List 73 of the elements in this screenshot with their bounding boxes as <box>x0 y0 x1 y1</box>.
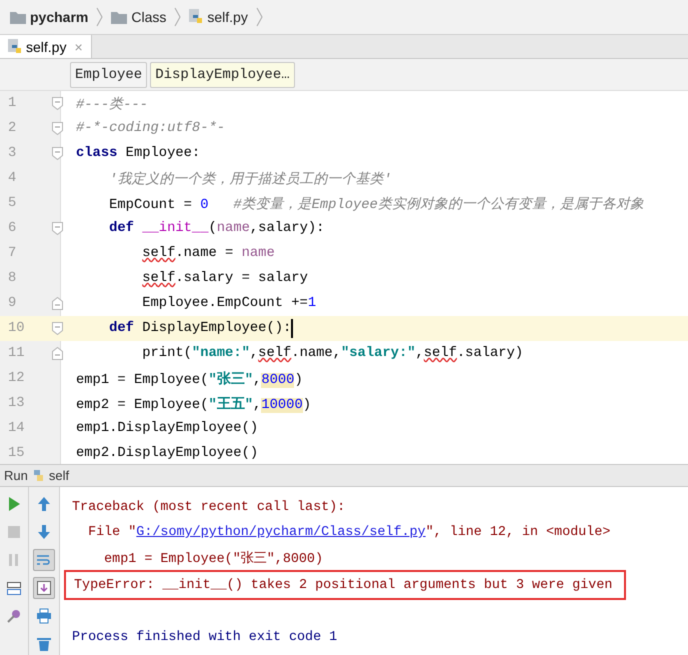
code-line: emp2.DisplayEmployee() <box>76 446 258 462</box>
breadcrumb[interactable]: pycharm <box>30 9 88 26</box>
code-line: emp2 = Employee("王五",10000) <box>76 396 312 413</box>
tab-label: self.py <box>26 38 66 54</box>
pin-icon <box>6 608 22 624</box>
python-icon <box>32 469 45 482</box>
code-line: def DisplayEmployee(): <box>108 321 292 336</box>
console-line: TypeError: __init__() takes 2 positional arguments but 3 were given <box>74 578 612 593</box>
fold-marker-icon[interactable] <box>52 222 63 236</box>
wrap-button[interactable] <box>33 549 55 572</box>
python-file-icon <box>189 9 204 26</box>
code-line: emp1 = Employee("张三",8000) <box>76 370 303 388</box>
console-line: File "G:/somy/python/pycharm/Class/self.py", line 12, in <module> <box>87 525 610 540</box>
line-number: 5 <box>7 196 18 212</box>
line-number: 6 <box>7 221 18 236</box>
console-line: emp1 = Employee("张三",8000) <box>103 550 323 567</box>
console-line: Process finished with exit code 1 <box>72 630 338 646</box>
stop-icon <box>7 525 21 540</box>
fold-marker-icon[interactable] <box>52 97 63 110</box>
breadcrumb[interactable]: self.py <box>207 9 248 26</box>
fold-end-marker-icon[interactable] <box>52 347 63 360</box>
code-line: Employee.EmpCount +=1 <box>141 296 316 312</box>
line-number: 4 <box>7 171 18 186</box>
code-line: def __init__(name,salary): <box>108 221 324 236</box>
play-icon <box>7 496 21 512</box>
line-number: 14 <box>7 421 26 436</box>
code-line: self.name = name <box>141 246 275 262</box>
chevron-icon <box>256 7 263 28</box>
code-line: #-*-coding:utf8-*- <box>76 121 226 136</box>
text-cursor <box>291 319 294 338</box>
fold-marker-icon[interactable] <box>52 147 63 160</box>
line-number: 3 <box>7 146 18 162</box>
code-line: self.salary = salary <box>141 271 308 286</box>
code-line: emp1.DisplayEmployee() <box>76 421 258 436</box>
line-number: 12 <box>7 371 26 386</box>
fold-marker-icon[interactable] <box>52 122 63 136</box>
folder-icon <box>10 10 26 24</box>
file-link[interactable]: G:/somy/python/pycharm/Class/self.py <box>136 525 426 540</box>
structure-crumb[interactable]: Employee <box>70 62 148 88</box>
scroll-to-end-icon <box>36 580 52 596</box>
folder-icon <box>111 10 128 24</box>
layout-icon <box>6 580 22 596</box>
line-number: 2 <box>7 121 18 136</box>
down-arrow-icon <box>37 524 51 540</box>
breadcrumb[interactable]: Class <box>131 9 166 26</box>
chevron-icon <box>96 7 104 28</box>
up-arrow-icon <box>37 496 51 512</box>
python-file-icon <box>8 38 22 54</box>
line-number: 11 <box>7 346 26 362</box>
line-number: 9 <box>7 296 18 312</box>
trash-icon <box>36 636 52 652</box>
code-line: print("name:",self.name,"salary:",self.salary) <box>141 346 524 362</box>
run-panel-title: Run <box>4 468 28 484</box>
line-number: 15 <box>7 446 26 462</box>
chevron-icon <box>174 7 182 28</box>
pause-icon <box>7 553 21 568</box>
fold-end-marker-icon[interactable] <box>52 297 63 310</box>
line-number: 7 <box>7 246 18 262</box>
structure-crumb[interactable]: DisplayEmployee… <box>150 62 295 88</box>
scroll-button[interactable] <box>33 577 55 600</box>
line-number: 1 <box>7 96 18 112</box>
line-number: 13 <box>7 396 26 412</box>
code-line: #---类--- <box>76 96 148 113</box>
fold-marker-icon[interactable] <box>52 322 63 336</box>
file-tab[interactable]: self.py × <box>0 35 92 58</box>
code-line: '我定义的一个类，用于描述员工的一个基类' <box>108 170 392 188</box>
code-line: class Employee: <box>76 146 200 162</box>
line-number: 10 <box>7 321 26 336</box>
print-icon <box>36 608 52 624</box>
line-number: 8 <box>7 271 18 286</box>
code-line: EmpCount = 0 #类变量，是Employee类实例对象的一个公有变量，是属于各对象 <box>108 196 644 213</box>
console-line: Traceback (most recent call last): <box>72 500 346 516</box>
run-config-name[interactable]: self <box>48 468 70 484</box>
